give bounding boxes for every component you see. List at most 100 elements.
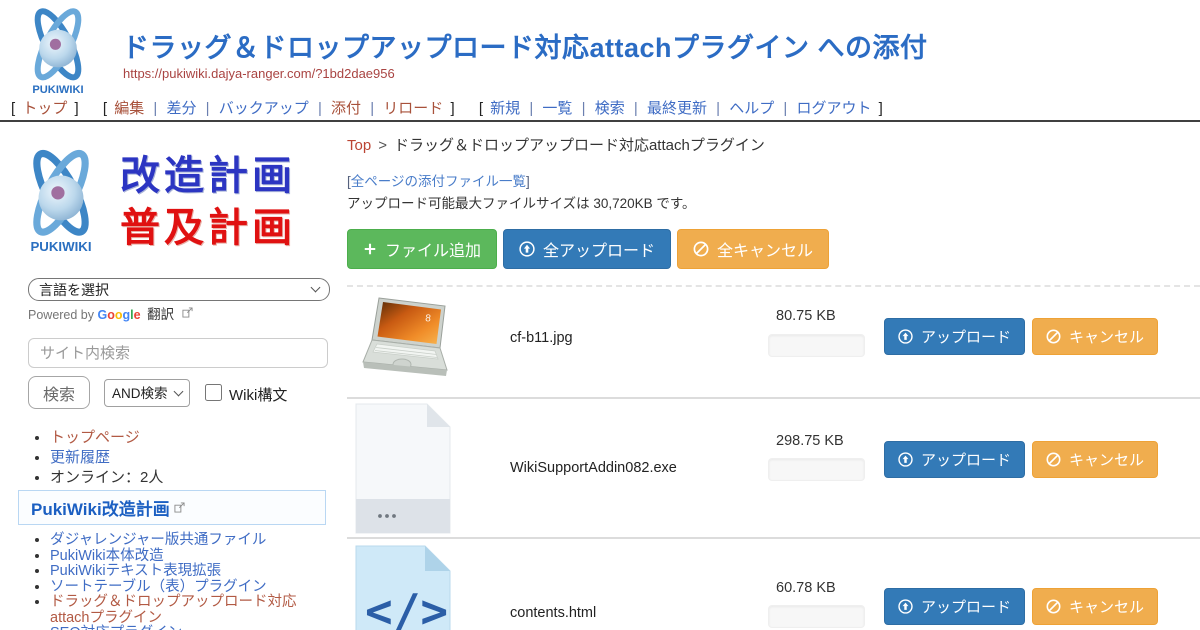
sidebar-quick-links: トップページ 更新履歴 オンライン：2人 [32, 428, 163, 488]
logo-fukyu-text: 普及計画 [120, 202, 296, 254]
nav-item-diff[interactable]: 差分 [166, 100, 196, 117]
translate-link[interactable]: 翻訳 [147, 307, 174, 322]
cancel-button[interactable]: キャンセル [1032, 588, 1158, 625]
all-attachments-link-row: [全ページの添付ファイル一覧] [347, 170, 530, 190]
list-item: 更新履歴 [50, 448, 163, 468]
search-mode-select[interactable]: AND検索 [104, 379, 190, 407]
file-size: 60.78 KB [776, 580, 836, 596]
logo-brand-text: PUKIWIKI [30, 239, 91, 254]
external-link-icon [174, 502, 185, 513]
breadcrumb-current: ドラッグ＆ドロップアップロード対応attachプラグイン [394, 137, 765, 154]
language-select[interactable]: 言語を選択 [28, 278, 330, 301]
sidebar-link-dnd-attach[interactable]: ドラッグ＆ドロップアップロード対応attachプラグイン [50, 594, 297, 626]
nav-separator: | [716, 100, 720, 117]
max-upload-size-text: アップロード可能最大ファイルサイズは 30,720KB です。 [347, 192, 696, 212]
nav-item-logout[interactable]: ログアウト [796, 100, 871, 117]
page-title: ドラッグ＆ドロップアップロード対応attachプラグイン への添付 [122, 26, 928, 65]
list-item: トップページ [50, 428, 163, 448]
nav-item-top[interactable]: トップ [22, 100, 67, 117]
nav-item-help[interactable]: ヘルプ [729, 100, 774, 117]
circle-arrow-up-icon [898, 329, 913, 344]
sidebar-link-seo[interactable]: SEO対応プラグイン [50, 625, 182, 630]
cancel-button[interactable]: キャンセル [1032, 318, 1158, 355]
file-actions: アップロード キャンセル [884, 318, 1158, 355]
svg-text:</>: </> [365, 584, 448, 630]
upload-all-button[interactable]: 全アップロード [503, 229, 671, 269]
upload-button[interactable]: アップロード [884, 441, 1025, 478]
search-button[interactable]: 検索 [28, 376, 90, 409]
file-name: cf-b11.jpg [510, 330, 573, 346]
file-size: 80.75 KB [776, 308, 836, 324]
sidebar-link-sort-table[interactable]: ソートテーブル（表）プラグイン [50, 579, 267, 595]
ban-icon [693, 241, 709, 257]
nav-item-edit[interactable]: 編集 [114, 100, 144, 117]
header-divider [0, 120, 1200, 122]
sidebar-link-toppage[interactable]: トップページ [50, 429, 140, 446]
list-item: PukiWikiテキスト表現拡張 [50, 564, 332, 580]
nav-item-new[interactable]: 新規 [490, 100, 520, 117]
sidebar-link-common-files[interactable]: ダジャレンジャー版共通ファイル [50, 532, 266, 548]
nav-separator: | [206, 100, 210, 117]
all-attachments-link[interactable]: 全ページの添付ファイル一覧 [351, 174, 526, 189]
nav-separator: | [634, 100, 638, 117]
site-search-input[interactable] [28, 338, 328, 368]
upload-toolbar: ファイル追加 全アップロード 全キャンセル [347, 229, 829, 269]
html-code-file-icon: </> [355, 545, 451, 630]
nav-item-recent[interactable]: 最終更新 [647, 100, 707, 117]
sidebar-link-core-mod[interactable]: PukiWiki本体改造 [50, 548, 164, 564]
file-name: WikiSupportAddin082.exe [510, 460, 677, 476]
ban-icon [1046, 329, 1061, 344]
upload-progress-bar [768, 458, 865, 481]
upload-button[interactable]: アップロード [884, 318, 1025, 355]
nav-item-reload[interactable]: リロード [383, 100, 443, 117]
ban-icon [1046, 452, 1061, 467]
pukiwiki-atom-icon: PUKIWIKI [10, 137, 112, 267]
sidebar-section-box: PukiWiki改造計画 [18, 490, 326, 525]
circle-arrow-up-icon [898, 599, 913, 614]
logo-kaizo-text: 改造計画 [120, 150, 296, 202]
list-item: ソートテーブル（表）プラグイン [50, 580, 332, 596]
circle-arrow-up-icon [898, 452, 913, 467]
wiki-syntax-checkbox[interactable] [205, 384, 222, 401]
upload-button[interactable]: アップロード [884, 588, 1025, 625]
language-select-wrap: 言語を選択 [28, 278, 330, 301]
list-item: ドラッグ＆ドロップアップロード対応attachプラグイン [50, 595, 332, 626]
breadcrumb: Top > ドラッグ＆ドロップアップロード対応attachプラグイン [347, 134, 765, 155]
sidebar-plugin-links: ダジャレンジャー版共通ファイル PukiWiki本体改造 PukiWikiテキス… [32, 533, 332, 630]
list-item: オンライン：2人 [50, 468, 163, 488]
nav-item-attach[interactable]: 添付 [331, 100, 361, 117]
nav-item-list[interactable]: 一覧 [542, 100, 572, 117]
cancel-all-button[interactable]: 全キャンセル [677, 229, 829, 269]
nav-bracket: [ [11, 100, 15, 117]
upload-progress-bar [768, 605, 865, 628]
breadcrumb-home-link[interactable]: Top [347, 137, 371, 154]
nav-separator: | [318, 100, 322, 117]
breadcrumb-separator: > [378, 137, 387, 154]
nav-bracket: [ [103, 100, 107, 117]
laptop-photo-thumbnail: 8 [355, 292, 455, 390]
sidebar-link-history[interactable]: 更新履歴 [50, 449, 110, 466]
upload-progress-bar [768, 334, 865, 357]
sidebar-link-text-ext[interactable]: PukiWikiテキスト表現拡張 [50, 563, 221, 579]
nav-separator: | [582, 100, 586, 117]
nav-separator: | [370, 100, 374, 117]
pukiwiki-logo-icon[interactable]: PUKIWIKI [8, 4, 108, 100]
page-url[interactable]: https://pukiwiki.dajya-ranger.com/?1bd2d… [123, 66, 395, 81]
sidebar-section-title-link[interactable]: PukiWiki改造計画 [31, 495, 170, 520]
sidebar-site-logo[interactable]: PUKIWIKI 改造計画 普及計画 [10, 136, 335, 268]
nav-bracket: ] [879, 100, 883, 117]
generic-file-icon [355, 403, 451, 534]
nav-item-backup[interactable]: バックアップ [219, 100, 309, 117]
add-files-button[interactable]: ファイル追加 [347, 229, 497, 269]
file-row: WikiSupportAddin082.exe 298.75 KB アップロード… [347, 399, 1200, 537]
cancel-button[interactable]: キャンセル [1032, 441, 1158, 478]
file-actions: アップロード キャンセル [884, 441, 1158, 478]
file-size: 298.75 KB [776, 433, 844, 449]
nav-item-search[interactable]: 検索 [595, 100, 625, 117]
pukiwiki-page: PUKIWIKI ドラッグ＆ドロップアップロード対応attachプラグイン への… [0, 0, 1200, 630]
wiki-syntax-label: Wiki構文 [229, 384, 287, 405]
nav-separator: | [529, 100, 533, 117]
list-item: PukiWiki本体改造 [50, 549, 332, 565]
list-item: ダジャレンジャー版共通ファイル [50, 533, 332, 549]
online-count: オンライン：2人 [50, 469, 163, 486]
